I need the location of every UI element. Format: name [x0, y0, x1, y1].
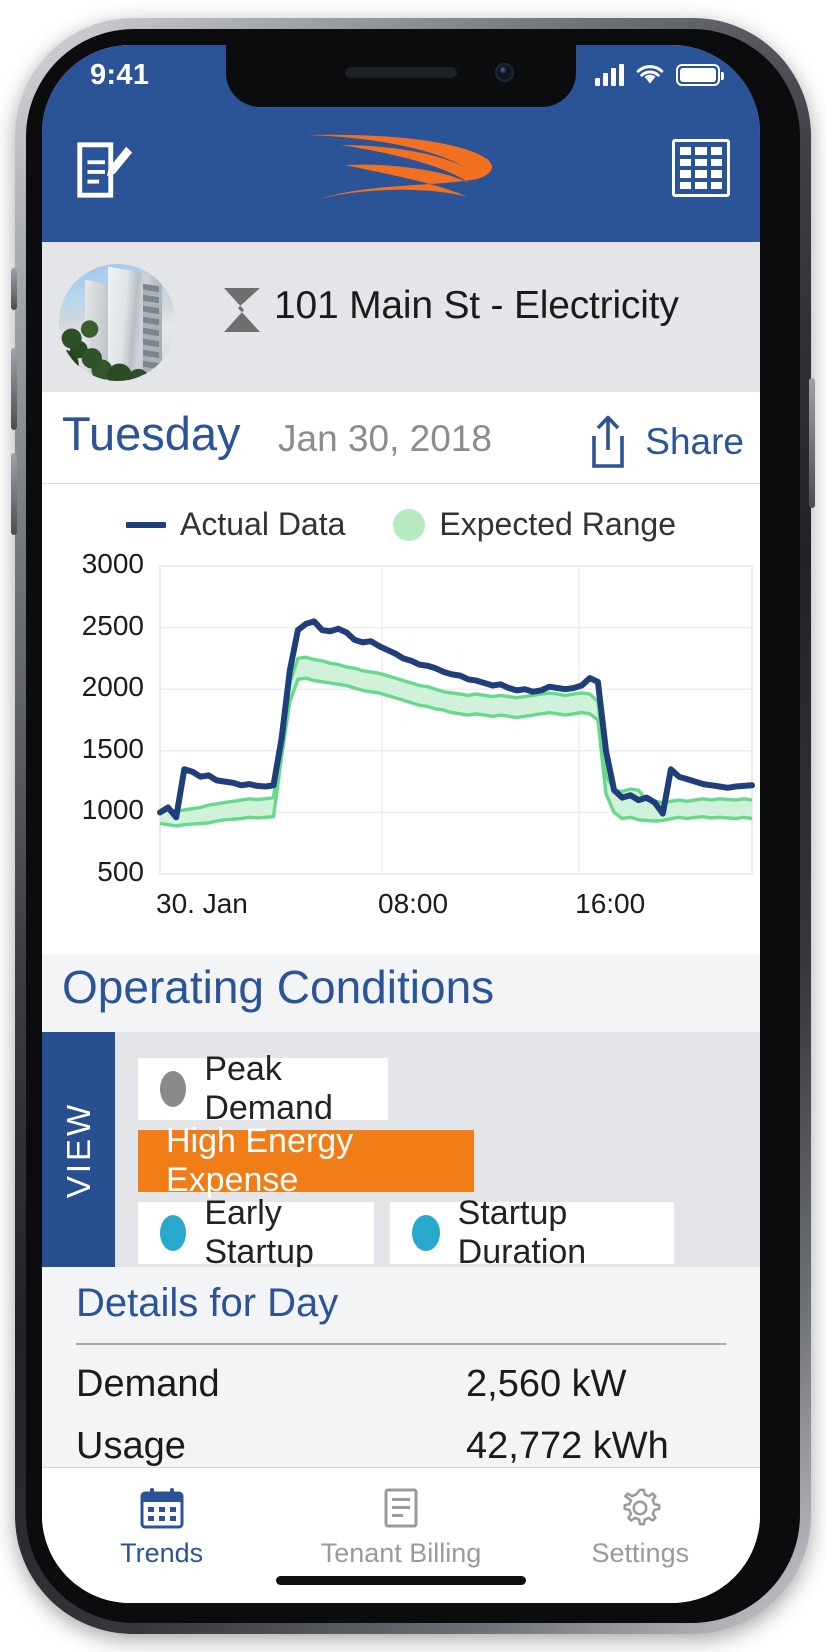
x-axis-tick: 08:00: [378, 888, 449, 919]
phone-frame: 9:41 101 Main St - Electricity Tuesday J…: [11, 18, 815, 1634]
tab-label: Tenant Billing: [320, 1538, 482, 1568]
cellular-signal-icon: [595, 64, 624, 86]
detail-row: Demand 2,560 kW: [76, 1363, 726, 1423]
share-button[interactable]: Share: [585, 414, 744, 470]
battery-full-icon: [676, 64, 724, 86]
share-upload-icon: [592, 415, 625, 468]
app-navigation-bar: [42, 107, 760, 242]
detail-value: 2,560 kW: [466, 1363, 627, 1405]
volume-up-button[interactable]: [11, 348, 17, 430]
phone-screen: 9:41 101 Main St - Electricity Tuesday J…: [42, 45, 760, 1603]
earpiece-speaker: [345, 67, 457, 78]
condition-chip-label: Startup Duration: [457, 1194, 587, 1271]
grid-calendar-icon[interactable]: [672, 139, 730, 197]
building-photo-avatar[interactable]: [59, 264, 176, 381]
condition-chip-label: Early Startup: [204, 1194, 314, 1271]
condition-chip-label: Peak Demand: [204, 1050, 333, 1127]
legend-item-expected-range: Expected Range: [393, 506, 676, 543]
electricity-bolt-icon: [224, 288, 260, 332]
detail-value: 42,772 kWh: [466, 1425, 669, 1467]
y-axis-tick: 1000: [81, 794, 144, 826]
mute-switch[interactable]: [11, 268, 17, 310]
tab-label: Trends: [120, 1538, 204, 1568]
y-axis-tick: 2000: [81, 671, 144, 703]
date-bar: Tuesday Jan 30, 2018 Share: [42, 392, 760, 484]
y-axis-tick: 3000: [81, 548, 144, 579]
usage-chart-card: Actual Data Expected Range 500 1000 1500 20…: [42, 484, 760, 954]
building-header[interactable]: 101 Main St - Electricity: [42, 242, 760, 392]
condition-status-dot: [160, 1215, 187, 1251]
front-camera: [495, 63, 514, 82]
condition-chip-high-energy-expense[interactable]: High Energy Expense: [138, 1122, 474, 1199]
legend-label: Actual Data: [179, 506, 346, 542]
condition-chip-early-startup[interactable]: Early Startup: [138, 1194, 374, 1271]
condition-status-dot: [160, 1071, 187, 1107]
condition-chip-label: High Energy Expense: [166, 1122, 354, 1199]
legend-item-actual-data: Actual Data: [125, 506, 346, 543]
view-rail[interactable]: VIEW: [42, 1032, 115, 1267]
y-axis-tick: 500: [97, 856, 144, 887]
chart-legend: Actual Data Expected Range: [42, 506, 760, 543]
detail-label: Demand: [76, 1363, 220, 1405]
detail-label: Usage: [76, 1425, 186, 1467]
operating-conditions-header: Operating Conditions: [42, 954, 760, 1032]
details-divider: [76, 1343, 726, 1345]
condition-chip-peak-demand[interactable]: Peak Demand: [138, 1050, 388, 1127]
gear-icon: [623, 1488, 661, 1526]
home-indicator[interactable]: [276, 1576, 526, 1585]
x-axis-tick: 30. Jan: [156, 888, 248, 919]
date-full-label: Jan 30, 2018: [278, 418, 492, 459]
date-day-label: Tuesday: [62, 407, 241, 460]
condition-status-dot: [412, 1215, 440, 1251]
tab-trends[interactable]: Trends: [42, 1468, 281, 1603]
tab-settings[interactable]: Settings: [521, 1468, 760, 1603]
notes-edit-icon[interactable]: [72, 139, 134, 201]
legend-label: Expected Range: [439, 506, 677, 542]
calendar-icon: [140, 1488, 184, 1529]
operating-conditions-title: Operating Conditions: [62, 961, 495, 1013]
view-rail-label: VIEW: [59, 1101, 97, 1198]
volume-down-button[interactable]: [11, 453, 17, 535]
status-icons: [595, 63, 724, 87]
chart-plot-area[interactable]: 500 1000 1500 2000 2500 3000 30. Jan 08:00 16:0…: [42, 548, 760, 954]
y-axis-tick: 1500: [81, 732, 144, 764]
legend-line-swatch: [125, 521, 166, 528]
invoice-icon: [384, 1488, 418, 1528]
condition-chip-startup-duration[interactable]: Startup Duration: [390, 1194, 674, 1271]
building-title: 101 Main St - Electricity: [274, 284, 679, 327]
operating-conditions-body: VIEW Peak Demand High Energy Expense Early…: [42, 1032, 760, 1271]
device-notch: [226, 45, 576, 107]
tab-label: Settings: [591, 1538, 690, 1568]
swoosh-logo: [301, 117, 501, 222]
power-button[interactable]: [809, 378, 815, 508]
status-time: 9:41: [90, 59, 150, 91]
details-title: Details for Day: [76, 1281, 339, 1325]
wifi-icon: [636, 65, 664, 84]
share-label: Share: [645, 421, 744, 462]
y-axis-tick: 2500: [81, 609, 144, 641]
x-axis-tick: 16:00: [575, 888, 646, 919]
legend-dot-swatch: [393, 508, 426, 541]
